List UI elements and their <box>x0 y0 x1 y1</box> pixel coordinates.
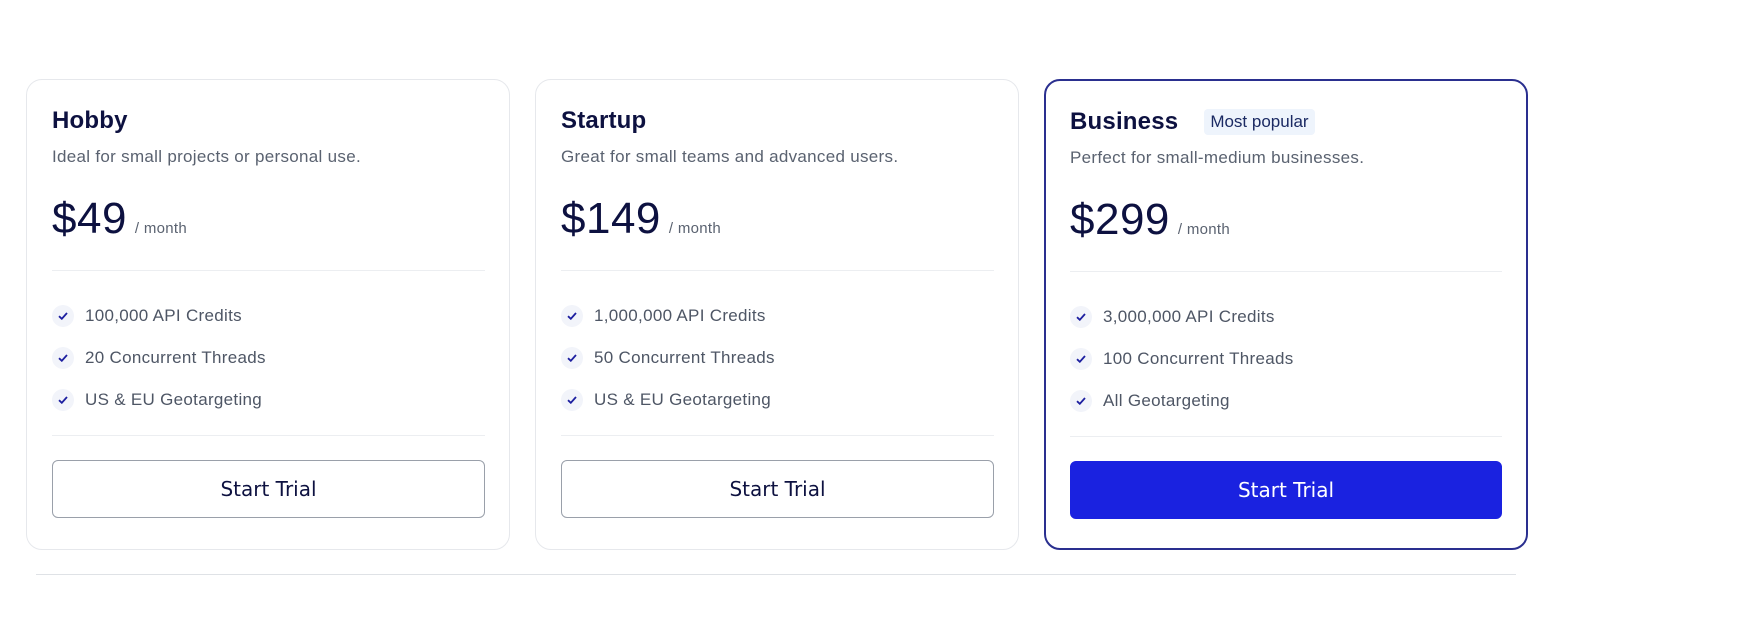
feature-label: 50 Concurrent Threads <box>594 348 775 367</box>
feature-item: US & EU Geotargeting <box>52 379 485 421</box>
divider <box>561 270 994 271</box>
feature-list: 100,000 API Credits 20 Concurrent Thread… <box>52 295 485 421</box>
price-row: $149 / month <box>561 194 994 244</box>
start-trial-button-startup[interactable]: Start Trial <box>561 460 994 518</box>
check-icon <box>561 305 583 327</box>
plan-price: $49 <box>52 194 127 243</box>
plan-description: Great for small teams and advanced users… <box>561 147 899 166</box>
feature-item: 1,000,000 API Credits <box>561 295 994 337</box>
feature-item: US & EU Geotargeting <box>561 379 994 421</box>
check-icon <box>1070 390 1092 412</box>
divider <box>561 435 994 436</box>
feature-item: 100,000 API Credits <box>52 295 485 337</box>
feature-item: 3,000,000 API Credits <box>1070 296 1502 338</box>
check-icon <box>561 347 583 369</box>
plan-description: Ideal for small projects or personal use… <box>52 147 361 166</box>
plan-period: / month <box>668 220 722 237</box>
feature-list: 1,000,000 API Credits 50 Concurrent Thre… <box>561 295 994 421</box>
check-icon <box>561 389 583 411</box>
most-popular-badge: Most popular <box>1204 109 1315 135</box>
divider <box>52 435 485 436</box>
feature-item: All Geotargeting <box>1070 380 1502 422</box>
feature-label: 1,000,000 API Credits <box>594 306 766 325</box>
check-icon <box>52 305 74 327</box>
feature-label: US & EU Geotargeting <box>85 390 263 409</box>
plan-price: $149 <box>561 194 661 243</box>
check-icon <box>1070 348 1092 370</box>
price-row: $49 / month <box>52 194 485 244</box>
plan-price: $299 <box>1070 195 1170 244</box>
feature-list: 3,000,000 API Credits 100 Concurrent Thr… <box>1070 296 1502 422</box>
divider <box>52 270 485 271</box>
feature-item: 20 Concurrent Threads <box>52 337 485 379</box>
feature-label: 3,000,000 API Credits <box>1103 307 1275 326</box>
price-row: $299 / month <box>1070 195 1502 245</box>
feature-label: 100 Concurrent Threads <box>1103 349 1294 368</box>
plan-period: / month <box>134 220 188 237</box>
plan-card-hobby: Hobby Ideal for small projects or person… <box>26 79 510 550</box>
plan-header: Hobby <box>52 105 485 137</box>
plan-name: Startup <box>561 107 647 134</box>
divider <box>1070 436 1502 437</box>
feature-label: All Geotargeting <box>1103 391 1230 410</box>
feature-label: US & EU Geotargeting <box>594 390 772 409</box>
check-icon <box>1070 306 1092 328</box>
section-divider <box>36 574 1516 575</box>
divider <box>1070 271 1502 272</box>
plan-name: Business <box>1070 108 1179 135</box>
check-icon <box>52 347 74 369</box>
start-trial-button-hobby[interactable]: Start Trial <box>52 460 485 518</box>
check-icon <box>52 389 74 411</box>
pricing-cards: Hobby Ideal for small projects or person… <box>26 79 1528 550</box>
plan-card-business: Business Most popular Perfect for small-… <box>1044 79 1528 550</box>
plan-header: Startup <box>561 105 994 137</box>
start-trial-button-business[interactable]: Start Trial <box>1070 461 1502 519</box>
plan-name: Hobby <box>52 107 128 134</box>
plan-description: Perfect for small-medium businesses. <box>1070 148 1365 167</box>
feature-item: 50 Concurrent Threads <box>561 337 994 379</box>
plan-header: Business Most popular <box>1070 106 1502 138</box>
feature-label: 100,000 API Credits <box>85 306 242 325</box>
plan-card-startup: Startup Great for small teams and advanc… <box>535 79 1019 550</box>
plan-period: / month <box>1177 221 1231 238</box>
feature-item: 100 Concurrent Threads <box>1070 338 1502 380</box>
feature-label: 20 Concurrent Threads <box>85 348 266 367</box>
